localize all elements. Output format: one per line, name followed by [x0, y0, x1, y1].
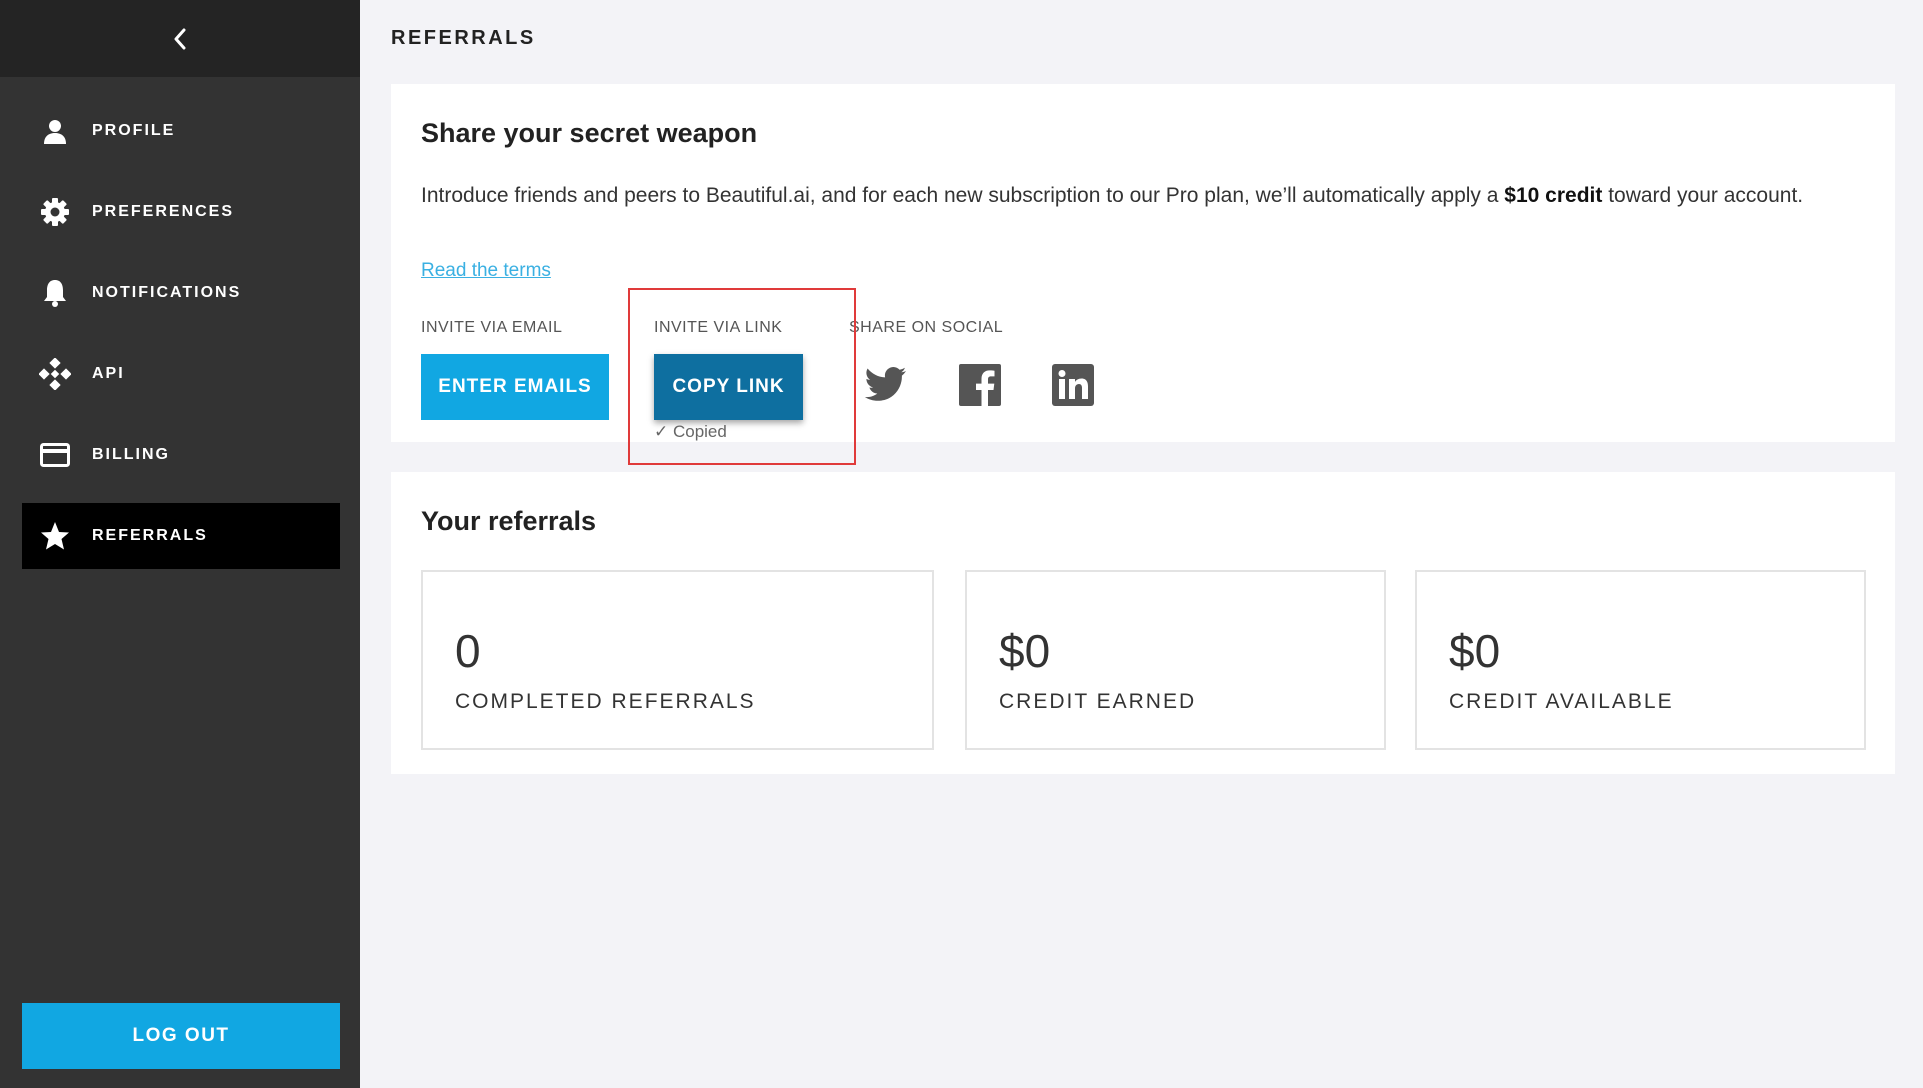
sidebar-item-label: PREFERENCES [92, 203, 235, 220]
sidebar-item-label: BILLING [92, 446, 170, 463]
credit-amount-text: $10 credit [1504, 184, 1603, 207]
sidebar-item-preferences[interactable]: PREFERENCES [22, 179, 340, 245]
highlight-box [628, 288, 856, 465]
stat-label: COMPLETED REFERRALS [455, 690, 756, 713]
referrals-card: Your referrals 0 COMPLETED REFERRALS $0 … [391, 472, 1895, 774]
stat-value: $0 [1449, 625, 1501, 677]
share-description: Introduce friends and peers to Beautiful… [421, 180, 1881, 211]
share-card: Share your secret weapon Introduce frien… [391, 84, 1895, 465]
sidebar-item-label: PROFILE [92, 122, 176, 139]
sidebar-item-billing[interactable]: BILLING [22, 422, 340, 488]
sidebar-item-api[interactable]: API [22, 341, 340, 407]
star-icon [38, 519, 72, 553]
sidebar-item-label: API [92, 365, 125, 382]
enter-emails-button[interactable]: ENTER EMAILS [421, 354, 609, 420]
stat-value: 0 [455, 625, 481, 677]
share-description-end: toward your account. [1602, 184, 1804, 207]
sidebar: PROFILE PREFERENCES NOTIFICATIONS API BI… [0, 0, 360, 1088]
stat-value: $0 [999, 625, 1051, 677]
stat-label: CREDIT AVAILABLE [1449, 690, 1674, 713]
twitter-icon [864, 367, 906, 401]
sidebar-item-label: REFERRALS [92, 527, 208, 544]
share-heading: Share your secret weapon [421, 118, 758, 148]
bell-icon [38, 276, 72, 310]
sidebar-header [0, 0, 360, 77]
read-terms-link[interactable]: Read the terms [421, 260, 551, 282]
sidebar-item-label: NOTIFICATIONS [92, 284, 242, 301]
sidebar-nav: PROFILE PREFERENCES NOTIFICATIONS API BI… [22, 98, 340, 584]
back-button[interactable] [160, 19, 200, 59]
sidebar-item-referrals[interactable]: REFERRALS [22, 503, 340, 569]
linkedin-share-button[interactable] [1048, 360, 1098, 410]
api-icon [38, 357, 72, 391]
logout-button[interactable]: LOG OUT [22, 1003, 340, 1069]
credit-available-stat: $0 CREDIT AVAILABLE [1415, 570, 1866, 750]
facebook-share-button[interactable] [955, 360, 1005, 410]
sidebar-item-notifications[interactable]: NOTIFICATIONS [22, 260, 340, 326]
share-description-text: Introduce friends and peers to Beautiful… [421, 184, 1505, 207]
gear-icon [38, 195, 72, 229]
stat-label: CREDIT EARNED [999, 690, 1197, 713]
sidebar-item-profile[interactable]: PROFILE [22, 98, 340, 164]
chevron-left-icon [174, 28, 186, 49]
linkedin-icon [1052, 364, 1094, 406]
twitter-share-button[interactable] [861, 360, 911, 410]
person-icon [38, 114, 72, 148]
referrals-heading: Your referrals [421, 506, 597, 536]
credit-card-icon [38, 438, 72, 472]
page-title: REFERRALS [391, 27, 536, 49]
completed-referrals-stat: 0 COMPLETED REFERRALS [421, 570, 934, 750]
invite-email-label: INVITE VIA EMAIL [421, 319, 563, 336]
credit-earned-stat: $0 CREDIT EARNED [965, 570, 1386, 750]
facebook-icon [959, 364, 1001, 406]
share-social-label: SHARE ON SOCIAL [849, 319, 1004, 336]
